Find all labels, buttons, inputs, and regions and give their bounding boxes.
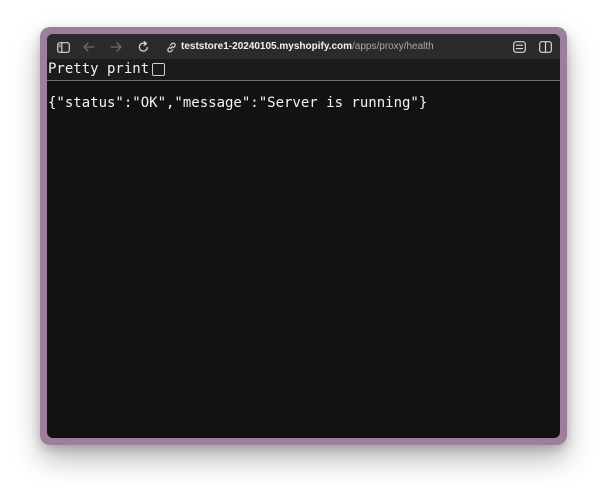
reload-icon[interactable] [136,40,150,54]
url-path: /apps/proxy/health [352,41,434,52]
browser-toolbar: teststore1-20240105.myshopify.com/apps/p… [47,34,560,59]
browser-window: teststore1-20240105.myshopify.com/apps/p… [40,27,567,445]
split-view-icon[interactable] [538,40,552,54]
forward-arrow-icon[interactable] [109,40,123,54]
url-host: teststore1-20240105.myshopify.com [181,41,353,52]
pretty-print-bar: Pretty print [47,59,560,81]
link-icon [164,40,178,54]
pretty-print-checkbox[interactable] [152,63,165,76]
browser-content: teststore1-20240105.myshopify.com/apps/p… [47,34,560,438]
json-response-text: {"status":"OK","message":"Server is runn… [48,95,428,111]
address-bar[interactable]: teststore1-20240105.myshopify.com/apps/p… [181,40,434,54]
sidebar-icon[interactable] [56,40,70,54]
pretty-print-label: Pretty print [48,61,150,77]
back-arrow-icon[interactable] [82,40,96,54]
reader-icon[interactable] [512,40,526,54]
